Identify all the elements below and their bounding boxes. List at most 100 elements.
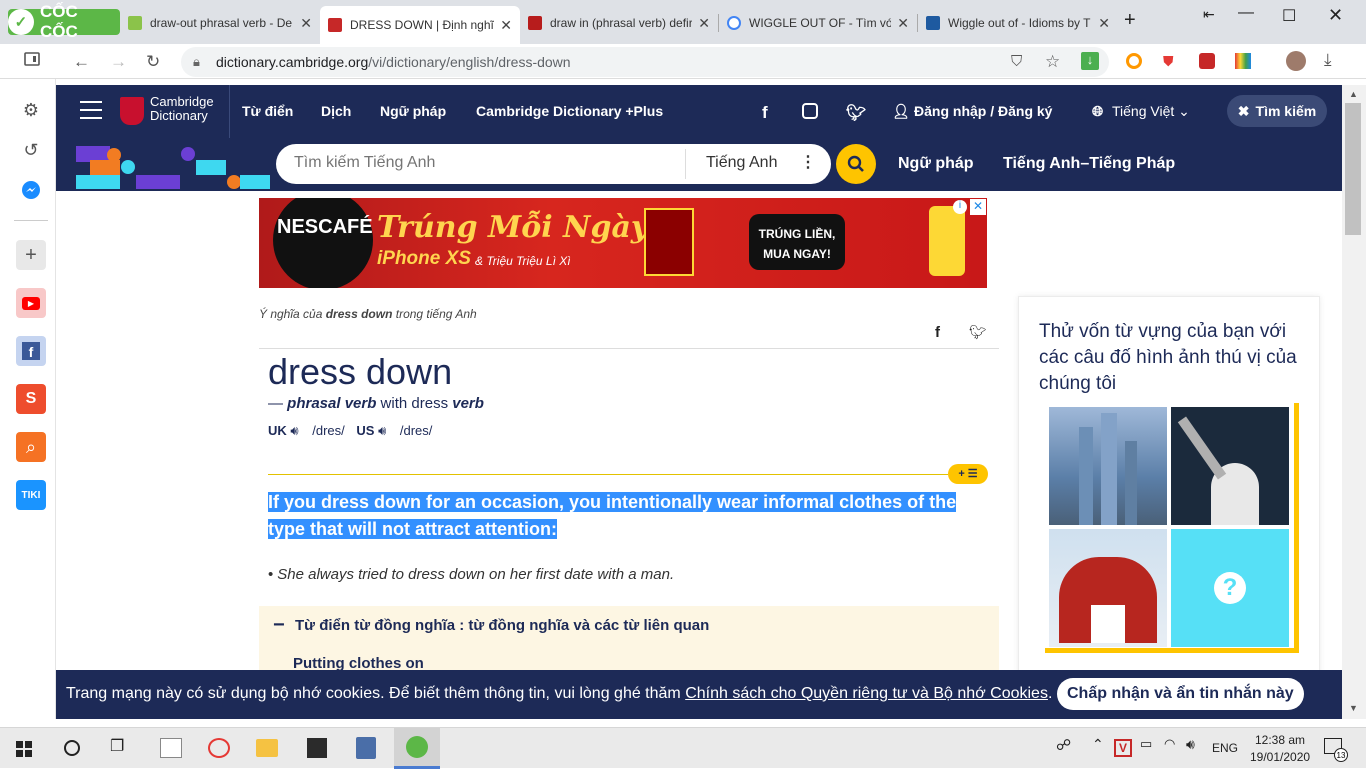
- taskbar-app-2[interactable]: [208, 738, 230, 758]
- coccoc-taskbar-button[interactable]: [394, 728, 440, 769]
- task-view-icon[interactable]: ❐: [110, 736, 124, 756]
- tab-close-icon[interactable]: ✕: [897, 15, 909, 32]
- collapse-icon[interactable]: −: [273, 614, 285, 637]
- globe-icon[interactable]: 🌐︎: [1092, 103, 1103, 120]
- instagram-icon[interactable]: [802, 103, 818, 119]
- nav-dictionary[interactable]: Từ điển: [242, 103, 293, 119]
- page-scrollbar[interactable]: ▲ ▼: [1342, 85, 1366, 719]
- lock-icon[interactable]: 🔒︎: [193, 54, 200, 70]
- scroll-up-icon[interactable]: ▲: [1349, 89, 1358, 99]
- coccoc-logo[interactable]: ✓ CỐC CỐC: [8, 2, 120, 41]
- extension-shield-icon[interactable]: ⛊: [1163, 53, 1174, 70]
- quiz-widget[interactable]: Thử vốn từ vựng của bạn với các câu đố h…: [1018, 296, 1320, 676]
- hamburger-menu-icon[interactable]: [80, 101, 102, 119]
- bookmark-star-icon[interactable]: ☆: [1045, 52, 1060, 72]
- windows-start-icon[interactable]: [16, 741, 32, 762]
- settings-gear-icon[interactable]: ⚙: [16, 95, 46, 125]
- more-options-icon[interactable]: ⋮: [800, 152, 816, 172]
- ad-close-icon[interactable]: ✕: [970, 199, 986, 215]
- language-selector[interactable]: Tiếng Việt ⌄: [1112, 103, 1190, 120]
- tab-menu-icon[interactable]: ⇤: [1203, 6, 1215, 23]
- people-icon[interactable]: ☍: [1056, 736, 1071, 754]
- wifi-icon[interactable]: ◠: [1164, 736, 1175, 752]
- battery-icon[interactable]: ▭: [1140, 736, 1152, 752]
- tab-2-active[interactable]: DRESS DOWN | Định nghĩa ✕: [320, 6, 520, 44]
- sticky-notes-icon[interactable]: [307, 738, 327, 758]
- us-audio-icon[interactable]: 🔊︎: [378, 423, 386, 438]
- close-window-icon[interactable]: ✕: [1328, 5, 1343, 26]
- profile-avatar[interactable]: [1286, 51, 1306, 71]
- nav-translate[interactable]: Dịch: [321, 103, 351, 119]
- search-field[interactable]: Tiếng Anh ⋮: [276, 144, 831, 184]
- subnav-english-french[interactable]: Tiếng Anh–Tiếng Pháp: [1003, 155, 1175, 173]
- url-text[interactable]: dictionary.cambridge.org/vi/dictionary/e…: [216, 54, 571, 70]
- extension-icon-3[interactable]: [1199, 53, 1215, 69]
- scroll-down-icon[interactable]: ▼: [1349, 703, 1358, 713]
- quiz-image-mystery[interactable]: ?: [1171, 529, 1289, 647]
- reload-icon[interactable]: ↻: [146, 52, 160, 72]
- search-button[interactable]: [836, 144, 876, 184]
- site-logo[interactable]: Cambridge Dictionary: [150, 95, 214, 123]
- download-icon[interactable]: ⤓: [1324, 50, 1332, 70]
- history-icon[interactable]: ↺: [16, 135, 46, 165]
- sidebar-toggle-icon[interactable]: [24, 51, 40, 72]
- tab-3[interactable]: draw in (phrasal verb) defir ✕: [520, 8, 718, 38]
- download-video-icon[interactable]: ↓: [1081, 52, 1099, 70]
- tab-close-icon[interactable]: ✕: [1098, 15, 1110, 32]
- tab-close-icon[interactable]: ✕: [500, 17, 512, 34]
- search-input[interactable]: [292, 153, 672, 173]
- uk-audio-icon[interactable]: 🔊︎: [290, 423, 298, 438]
- nav-plus[interactable]: Cambridge Dictionary +Plus: [476, 103, 663, 119]
- tray-expand-icon[interactable]: ⌃: [1092, 736, 1104, 753]
- extension-icon-1[interactable]: [1126, 53, 1142, 69]
- input-language[interactable]: ENG: [1212, 741, 1238, 755]
- user-icon[interactable]: 👤︎: [892, 103, 910, 120]
- facebook-icon[interactable]: f: [762, 103, 768, 123]
- taskbar-app-1[interactable]: [160, 738, 182, 758]
- ad-info-icon[interactable]: i: [953, 200, 967, 214]
- shopee-icon[interactable]: S: [16, 384, 46, 414]
- facebook-icon[interactable]: f: [16, 336, 46, 366]
- search-app-icon[interactable]: ⌕: [16, 432, 46, 462]
- tab-4[interactable]: WIGGLE OUT OF - Tìm với C ✕: [719, 8, 917, 38]
- extension-icon-4[interactable]: [1235, 53, 1251, 69]
- search-toggle-button[interactable]: ✖ Tìm kiếm: [1227, 95, 1327, 127]
- definition[interactable]: If you dress down for an occasion, you i…: [268, 489, 968, 543]
- tab-1[interactable]: draw-out phrasal verb - De ✕: [120, 8, 320, 38]
- add-to-list-button[interactable]: + ☰: [948, 464, 988, 484]
- taskbar-app-6[interactable]: [356, 737, 376, 759]
- tab-5[interactable]: Wiggle out of - Idioms by T ✕: [918, 8, 1118, 38]
- add-app-icon[interactable]: +: [16, 240, 46, 270]
- privacy-policy-link[interactable]: Chính sách cho Quyền riêng tư và Bộ nhớ …: [685, 685, 1048, 702]
- volume-icon[interactable]: 🔊︎: [1186, 736, 1195, 753]
- quiz-image-barn[interactable]: [1049, 529, 1167, 647]
- tab-close-icon[interactable]: ✕: [698, 15, 710, 32]
- share-twitter-icon[interactable]: 🐦︎: [969, 324, 987, 341]
- search-language-select[interactable]: Tiếng Anh: [706, 154, 777, 172]
- tiki-icon[interactable]: TIKI: [16, 480, 46, 510]
- quiz-image-skyscrapers[interactable]: [1049, 407, 1167, 525]
- scrollbar-thumb[interactable]: [1345, 103, 1361, 235]
- youtube-icon[interactable]: ▶: [16, 288, 46, 318]
- share-facebook-icon[interactable]: f: [935, 324, 940, 341]
- minimize-icon[interactable]: —: [1238, 4, 1254, 22]
- cambridge-crest-icon[interactable]: [120, 97, 144, 125]
- nav-grammar[interactable]: Ngữ pháp: [380, 103, 446, 119]
- maximize-icon[interactable]: ☐: [1282, 6, 1296, 26]
- messenger-icon[interactable]: [16, 175, 46, 205]
- quiz-image-windmill[interactable]: [1171, 407, 1289, 525]
- subnav-grammar[interactable]: Ngữ pháp: [898, 155, 974, 173]
- new-tab-button[interactable]: +: [1124, 9, 1136, 32]
- back-icon[interactable]: ←: [73, 52, 90, 72]
- shield-icon[interactable]: ⛉: [1011, 53, 1022, 70]
- advertisement-banner[interactable]: NESCAFÉ Trúng Mỗi Ngày iPhone XS & Triệu…: [259, 198, 987, 288]
- accept-cookies-button[interactable]: Chấp nhận và ẩn tin nhắn này: [1057, 678, 1304, 710]
- address-bar[interactable]: 🔒︎ dictionary.cambridge.org/vi/dictionar…: [181, 47, 1109, 77]
- twitter-icon[interactable]: 🐦︎: [846, 103, 866, 123]
- unikey-icon[interactable]: V: [1114, 739, 1132, 757]
- file-explorer-icon[interactable]: [256, 739, 278, 757]
- login-link[interactable]: Đăng nhập / Đăng ký: [914, 103, 1052, 119]
- search-circle-icon[interactable]: [64, 740, 80, 756]
- forward-icon[interactable]: →: [110, 52, 127, 72]
- thesaurus-title[interactable]: Từ điển từ đồng nghĩa : từ đồng nghĩa và…: [295, 617, 709, 634]
